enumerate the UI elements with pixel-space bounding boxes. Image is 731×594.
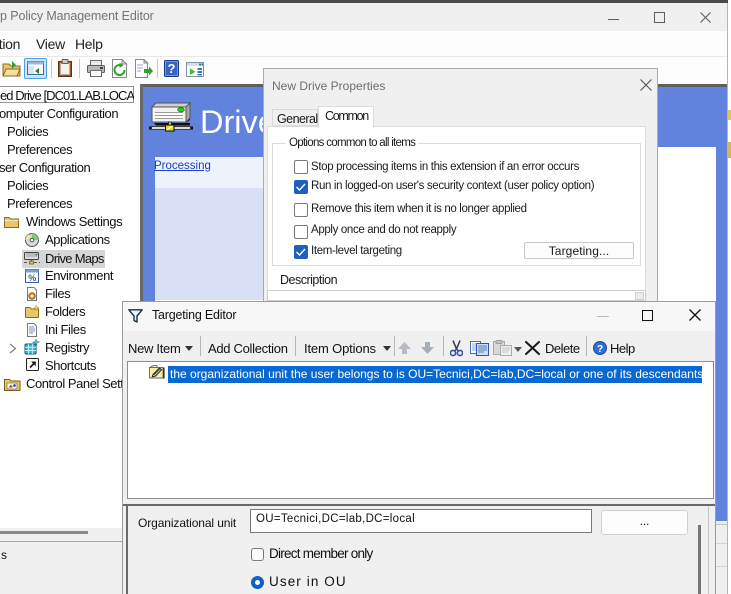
svg-text:%: % [28, 273, 36, 283]
svg-text:?: ? [168, 61, 176, 76]
svg-text:?: ? [597, 344, 603, 355]
